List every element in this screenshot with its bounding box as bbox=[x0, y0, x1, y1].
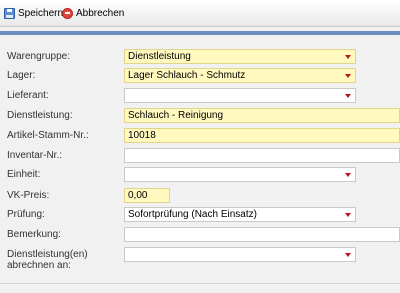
chevron-down-icon[interactable] bbox=[341, 168, 355, 181]
cancel-circle-icon bbox=[62, 7, 73, 19]
vk-preis-input[interactable]: 0,00 bbox=[124, 188, 170, 203]
chevron-down-icon[interactable] bbox=[341, 50, 355, 63]
lieferant-select[interactable] bbox=[124, 88, 356, 103]
save-button[interactable]: Speichern bbox=[4, 6, 63, 20]
lager-value: Lager Schlauch - Schmutz bbox=[128, 70, 246, 81]
warengruppe-value: Dienstleistung bbox=[128, 51, 191, 62]
vk-preis-label: VK-Preis: bbox=[7, 190, 50, 201]
bemerkung-label: Bemerkung: bbox=[7, 229, 61, 240]
artikel-stamm-nr-value: 10018 bbox=[128, 130, 156, 141]
lager-label: Lager: bbox=[7, 70, 36, 81]
inventar-nr-label: Inventar-Nr.: bbox=[7, 150, 63, 161]
toolbar: Speichern Abbrechen bbox=[0, 0, 400, 27]
artikel-stamm-nr-input[interactable]: 10018 bbox=[124, 128, 400, 143]
divider bbox=[0, 283, 400, 284]
dienstleistung-value: Schlauch - Reinigung bbox=[128, 110, 224, 121]
cancel-button-label: Abbrechen bbox=[76, 7, 125, 19]
abrechnen-label-line2: abrechnen an: bbox=[7, 260, 71, 271]
warengruppe-select[interactable]: Dienstleistung bbox=[124, 49, 356, 64]
chevron-down-icon[interactable] bbox=[341, 69, 355, 82]
artikel-stamm-nr-label: Artikel-Stamm-Nr.: bbox=[7, 130, 89, 141]
einheit-label: Einheit: bbox=[7, 169, 41, 180]
pruefung-select[interactable]: Sofortprüfung (Nach Einsatz) bbox=[124, 207, 356, 222]
chevron-down-icon[interactable] bbox=[341, 208, 355, 221]
warengruppe-label: Warengruppe: bbox=[7, 51, 70, 62]
abrechnen-label-line1: Dienstleistung(en) bbox=[7, 249, 88, 260]
inventar-nr-input[interactable] bbox=[124, 148, 400, 163]
floppy-disk-icon bbox=[4, 7, 15, 19]
chevron-down-icon[interactable] bbox=[341, 248, 355, 261]
header-bar bbox=[0, 31, 400, 35]
pruefung-value: Sofortprüfung (Nach Einsatz) bbox=[128, 209, 257, 220]
vk-preis-value: 0,00 bbox=[128, 190, 148, 201]
bemerkung-input[interactable] bbox=[124, 227, 400, 242]
lieferant-label: Lieferant: bbox=[7, 90, 49, 101]
lager-select[interactable]: Lager Schlauch - Schmutz bbox=[124, 68, 356, 83]
pruefung-label: Prüfung: bbox=[7, 209, 45, 220]
einheit-select[interactable] bbox=[124, 167, 356, 182]
cancel-button[interactable]: Abbrechen bbox=[62, 6, 124, 20]
save-button-label: Speichern bbox=[18, 7, 64, 19]
dienstleistung-label: Dienstleistung: bbox=[7, 110, 73, 121]
dienstleistung-input[interactable]: Schlauch - Reinigung bbox=[124, 108, 400, 123]
abrechnen-select[interactable] bbox=[124, 247, 356, 262]
chevron-down-icon[interactable] bbox=[341, 89, 355, 102]
